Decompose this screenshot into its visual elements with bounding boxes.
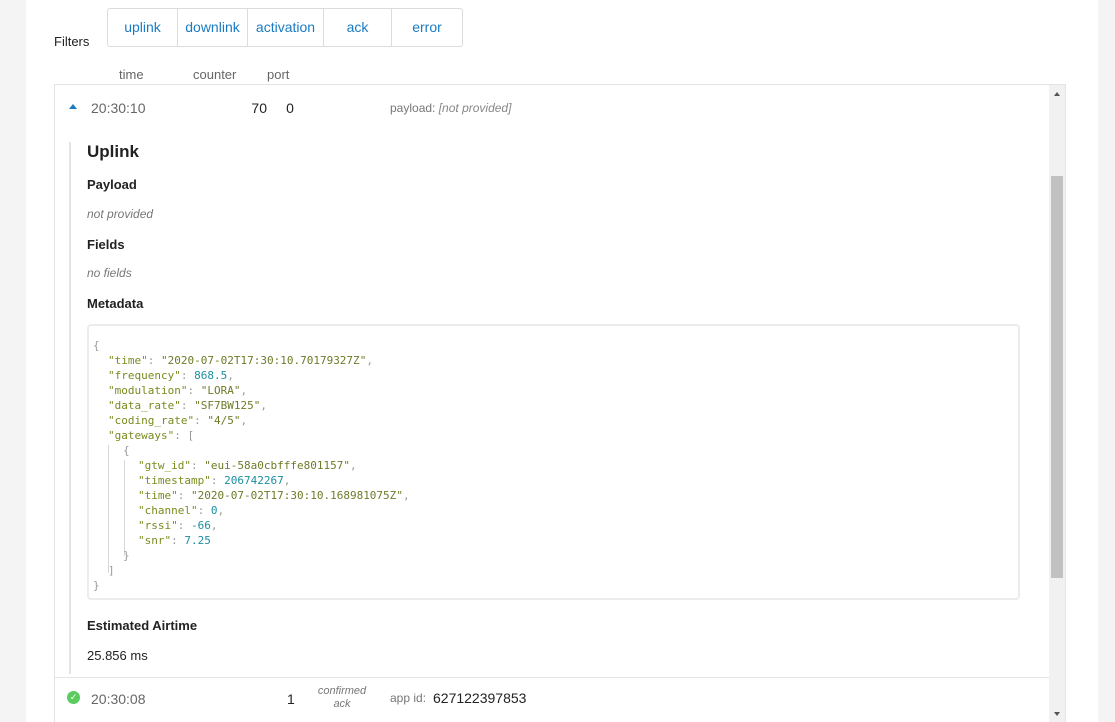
app-id-key: app id:	[390, 691, 427, 705]
row-port: 0	[286, 100, 294, 116]
scroll-down-icon[interactable]	[1054, 712, 1060, 716]
filter-downlink-button[interactable]: downlink	[178, 9, 248, 46]
row-counter: 1	[287, 691, 295, 707]
json-value: 4/5	[213, 414, 234, 427]
json-value: eui-58a0cbfffe801157	[210, 459, 344, 472]
column-header-counter: counter	[193, 67, 237, 82]
uplink-log-panel: Filters uplink downlink activation ack e…	[26, 0, 1098, 722]
column-header-time: time	[119, 67, 144, 82]
column-header-port: port	[267, 67, 290, 82]
filters-label: Filters	[54, 34, 90, 49]
json-line: "gateways": [	[108, 429, 195, 442]
scrollbar-thumb[interactable]	[1051, 176, 1063, 578]
port-line1: confirmed	[317, 685, 367, 697]
port-line2: ack	[333, 698, 351, 710]
row-port-confirmed-ack: confirmed ack	[307, 685, 377, 711]
json-line: "channel": 0,	[138, 504, 225, 517]
json-value: 2020-07-02T17:30:10.168981075Z	[197, 489, 397, 502]
json-line: "coding_rate": "4/5",	[108, 414, 248, 427]
filter-ack-button[interactable]: ack	[324, 9, 392, 46]
airtime-value: 25.856 ms	[87, 648, 148, 663]
payload-text: not provided	[87, 207, 154, 221]
json-line: "rssi": -66,	[138, 519, 218, 532]
fields-heading: Fields	[87, 237, 125, 252]
json-line: {	[93, 339, 100, 352]
json-line: "frequency": 868.5,	[108, 369, 234, 382]
json-line: {	[123, 444, 130, 457]
json-line: "time": "2020-07-02T17:30:10.168981075Z"…	[138, 489, 410, 502]
uplink-detail: Uplink Payload not provided Fields no fi…	[69, 142, 1051, 674]
json-line: "modulation": "LORA",	[108, 384, 248, 397]
row-time: 20:30:10	[91, 100, 146, 116]
json-line: "data_rate": "SF7BW125",	[108, 399, 267, 412]
metadata-json: { "time": "2020-07-02T17:30:10.70179327Z…	[87, 324, 1020, 600]
payload-key: payload:	[390, 101, 436, 115]
check-circle-icon: ✓	[67, 691, 80, 704]
filter-button-group: uplink downlink activation ack error	[107, 8, 463, 47]
json-value: 7.25	[184, 534, 211, 547]
json-value: 206742267	[224, 474, 284, 487]
detail-title: Uplink	[87, 142, 139, 161]
scroll-up-icon[interactable]	[1054, 92, 1060, 96]
log-row-expanded[interactable]: 20:30:10 70 0 payload: [not provided]	[55, 85, 1049, 131]
scrollbar[interactable]	[1049, 85, 1065, 722]
json-line: ]	[108, 564, 115, 577]
log-row[interactable]: ✓ 20:30:08 1 confirmed ack app id: 62712…	[55, 677, 1049, 722]
airtime-heading: Estimated Airtime	[87, 618, 198, 633]
json-line: "snr": 7.25	[138, 534, 211, 547]
metadata-heading: Metadata	[87, 296, 144, 311]
row-counter: 70	[251, 100, 267, 116]
json-indent-guide	[124, 460, 125, 556]
json-line: }	[123, 549, 130, 562]
message-log: 20:30:10 70 0 payload: [not provided] Up…	[54, 84, 1066, 722]
json-value: 868.5	[194, 369, 228, 382]
json-indent-guide	[108, 445, 109, 573]
json-line: "gtw_id": "eui-58a0cbfffe801157",	[138, 459, 357, 472]
json-value: 2020-07-02T17:30:10.70179327Z	[167, 354, 360, 367]
caret-up-icon[interactable]	[69, 104, 77, 109]
json-value: SF7BW125	[200, 399, 254, 412]
payload-label: payload: [not provided]	[390, 101, 511, 115]
payload-heading: Payload	[87, 177, 137, 192]
filter-uplink-button[interactable]: uplink	[108, 9, 178, 46]
fields-text: no fields	[87, 266, 132, 280]
app-id-value: 627122397853	[433, 690, 527, 706]
json-line: }	[93, 579, 100, 592]
filter-error-button[interactable]: error	[392, 9, 462, 46]
json-value: LORA	[207, 384, 234, 397]
json-value: -66	[191, 519, 211, 532]
payload-value: [not provided]	[438, 101, 512, 115]
row-time: 20:30:08	[91, 691, 146, 707]
json-line: "time": "2020-07-02T17:30:10.70179327Z",	[108, 354, 373, 367]
filter-activation-button[interactable]: activation	[248, 9, 324, 46]
json-line: "timestamp": 206742267,	[138, 474, 291, 487]
